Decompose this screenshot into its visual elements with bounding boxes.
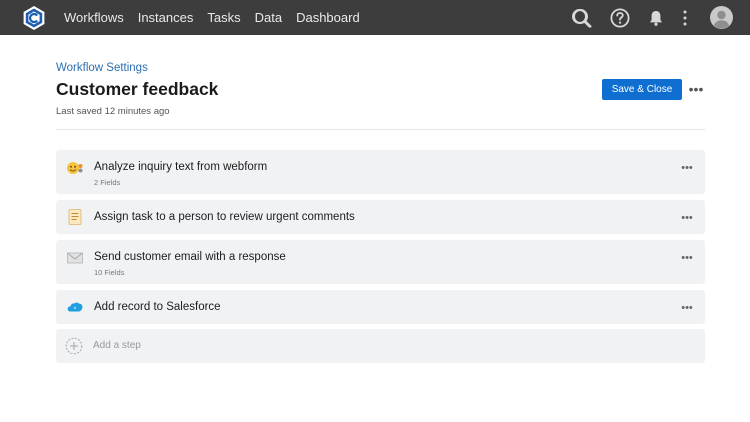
kebab-menu-icon[interactable] [674,7,696,29]
nav-tasks[interactable]: Tasks [207,10,240,25]
nav-instances[interactable]: Instances [138,10,194,25]
add-circle-icon [65,337,83,355]
nav-dashboard[interactable]: Dashboard [296,10,360,25]
top-navigation-bar: Workflows Instances Tasks Data Dashboard [0,0,750,35]
step-field-count: 10 Fields [94,268,125,277]
last-saved-status: Last saved 12 minutes ago [56,106,170,117]
save-and-close-button[interactable]: Save & Close [602,79,682,100]
salesforce-cloud-icon: sf [67,302,83,312]
breadcrumb-workflow-settings[interactable]: Workflow Settings [56,62,148,74]
add-step-label: Add a step [93,340,141,351]
user-avatar[interactable] [710,6,733,29]
help-icon[interactable] [609,7,631,29]
step-more-options-button[interactable]: ••• [679,162,695,176]
task-document-icon [68,209,82,225]
search-icon[interactable] [571,7,593,29]
nav-data[interactable]: Data [255,10,282,25]
app-logo-icon[interactable] [21,5,47,31]
main-nav: Workflows Instances Tasks Data Dashboard [64,0,374,35]
step-title: Analyze inquiry text from webform [94,161,268,173]
step-more-options-button[interactable]: ••• [679,212,695,226]
step-more-options-button[interactable]: ••• [679,302,695,316]
step-field-count: 2 Fields [94,178,121,187]
svg-text:sf: sf [74,306,77,310]
workflow-step[interactable]: Assign task to a person to review urgent… [56,200,705,234]
page-title: Customer feedback [56,79,219,99]
step-title: Add record to Salesforce [94,301,221,313]
step-title: Assign task to a person to review urgent… [94,211,355,223]
header-divider [56,129,705,130]
workflow-step[interactable]: Send customer email with a response 10 F… [56,240,705,284]
step-more-options-button[interactable]: ••• [679,252,695,266]
workflow-step[interactable]: Analyze inquiry text from webform 2 Fiel… [56,150,705,194]
step-title: Send customer email with a response [94,251,286,263]
header-more-options-button[interactable]: ••• [688,80,704,100]
emoji-analysis-icon [67,162,83,174]
workflow-step[interactable]: sf Add record to Salesforce ••• [56,290,705,324]
nav-workflows[interactable]: Workflows [64,10,124,25]
add-step-button[interactable]: Add a step [56,329,705,363]
bell-icon[interactable] [645,7,667,29]
envelope-icon [67,252,83,264]
